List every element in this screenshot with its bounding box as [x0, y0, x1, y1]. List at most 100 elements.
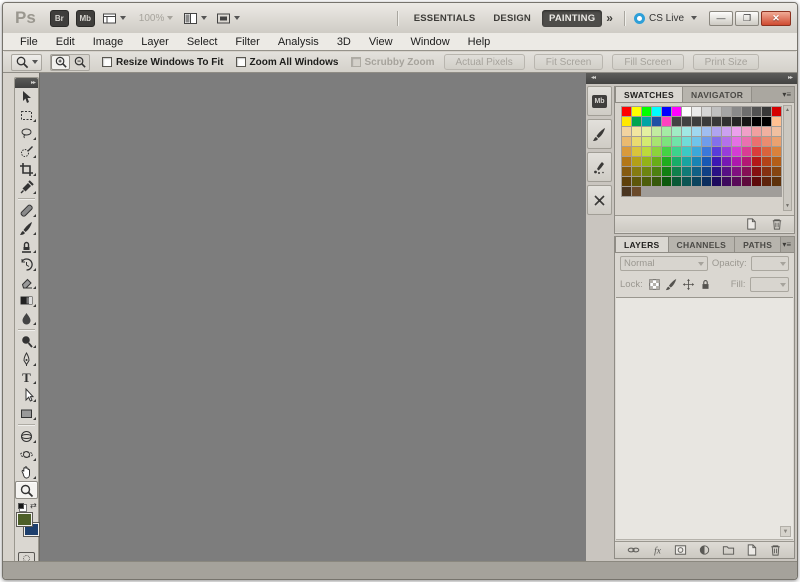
fill-field[interactable] — [749, 277, 789, 292]
swatch[interactable] — [672, 157, 681, 166]
scroll-down-icon[interactable]: ▼ — [780, 526, 791, 537]
swatch[interactable] — [702, 147, 711, 156]
tool-preset-picker[interactable] — [11, 53, 42, 71]
type-tool[interactable]: T — [15, 368, 38, 386]
swatch[interactable] — [752, 127, 761, 136]
minimize-button[interactable]: — — [709, 10, 733, 26]
default-colors-icon[interactable] — [18, 503, 24, 509]
swatch[interactable] — [672, 107, 681, 116]
workspace-overflow-button[interactable]: » — [602, 11, 615, 25]
swatch[interactable] — [622, 167, 631, 176]
screen-mode-button[interactable] — [216, 11, 241, 26]
lock-image-button[interactable] — [664, 278, 679, 292]
swatches-scrollbar[interactable]: ▲ ▼ — [783, 105, 792, 211]
swatch[interactable] — [742, 117, 751, 126]
swatch[interactable] — [682, 117, 691, 126]
brush-tool[interactable] — [15, 219, 38, 237]
swatch[interactable] — [652, 127, 661, 136]
swatch[interactable] — [652, 147, 661, 156]
swatch[interactable] — [762, 117, 771, 126]
swatch[interactable] — [642, 107, 651, 116]
swatch[interactable] — [702, 107, 711, 116]
canvas-workspace[interactable] — [41, 73, 586, 561]
arrange-documents-button[interactable] — [183, 11, 208, 26]
quick-selection-tool[interactable] — [15, 142, 38, 160]
swatch[interactable] — [682, 177, 691, 186]
swatch[interactable] — [752, 117, 761, 126]
path-selection-tool[interactable] — [15, 386, 38, 404]
menu-analysis[interactable]: Analysis — [269, 35, 328, 49]
checkbox-resize-windows-to-fit[interactable]: Resize Windows To Fit — [102, 57, 224, 68]
swatch[interactable] — [772, 117, 781, 126]
tool-presets-panel-button[interactable] — [587, 185, 612, 215]
swatch[interactable] — [692, 117, 701, 126]
swatch[interactable] — [642, 127, 651, 136]
blend-mode-dropdown[interactable]: Normal — [620, 256, 708, 271]
swatch[interactable] — [662, 107, 671, 116]
view-extras-button[interactable] — [102, 11, 126, 26]
eyedropper-tool[interactable] — [15, 178, 38, 196]
menu-3d[interactable]: 3D — [328, 35, 360, 49]
swatch[interactable] — [662, 177, 671, 186]
swatch[interactable] — [672, 177, 681, 186]
swatch[interactable] — [762, 147, 771, 156]
swatch[interactable] — [632, 187, 641, 196]
new-swatch-button[interactable] — [742, 217, 760, 231]
panel-tab-layers[interactable]: LAYERS — [615, 236, 669, 252]
swatch[interactable] — [622, 107, 631, 116]
swatch[interactable] — [742, 107, 751, 116]
swatch[interactable] — [682, 137, 691, 146]
swatch[interactable] — [692, 147, 701, 156]
swatch[interactable] — [722, 147, 731, 156]
new-layer-button[interactable] — [744, 543, 761, 557]
delete-layer-button[interactable] — [767, 543, 784, 557]
swatch[interactable] — [642, 137, 651, 146]
menu-select[interactable]: Select — [178, 35, 227, 49]
clone-stamp-tool[interactable] — [15, 237, 38, 255]
layers-list[interactable]: ▼ — [616, 297, 793, 540]
swatch[interactable] — [742, 157, 751, 166]
swatch[interactable] — [752, 177, 761, 186]
layer-style-button[interactable]: fx — [649, 543, 666, 557]
swatch[interactable] — [712, 117, 721, 126]
opacity-field[interactable] — [750, 256, 789, 271]
collapse-icon-strip-button[interactable]: ◂◂ — [591, 74, 596, 84]
swatch[interactable] — [632, 177, 641, 186]
swatch[interactable] — [632, 167, 641, 176]
menu-help[interactable]: Help — [459, 35, 500, 49]
swatch[interactable] — [742, 127, 751, 136]
swatch[interactable] — [732, 177, 741, 186]
zoom-in-button[interactable] — [51, 54, 70, 70]
swatch[interactable] — [622, 137, 631, 146]
menu-edit[interactable]: Edit — [47, 35, 84, 49]
panel-tab-swatches[interactable]: SWATCHES — [615, 86, 683, 102]
swatch[interactable] — [652, 167, 661, 176]
swatch[interactable] — [762, 137, 771, 146]
swatch[interactable] — [672, 167, 681, 176]
3d-camera-rotate-tool[interactable] — [15, 445, 38, 463]
hand-tool[interactable] — [15, 463, 38, 481]
swatch[interactable] — [732, 107, 741, 116]
swatch[interactable] — [762, 177, 771, 186]
swatch[interactable] — [702, 137, 711, 146]
swatch[interactable] — [712, 127, 721, 136]
swatch[interactable] — [742, 147, 751, 156]
swatch[interactable] — [772, 167, 781, 176]
swatch[interactable] — [772, 137, 781, 146]
link-layers-button[interactable] — [625, 543, 642, 557]
swatch[interactable] — [692, 107, 701, 116]
rectangle-tool[interactable] — [15, 404, 38, 422]
swatch[interactable] — [622, 187, 631, 196]
menu-filter[interactable]: Filter — [226, 35, 268, 49]
brush-presets-panel-button[interactable] — [587, 152, 612, 182]
collapse-panels-button[interactable]: ▸▸ — [788, 74, 793, 84]
swatch[interactable] — [722, 137, 731, 146]
menu-window[interactable]: Window — [402, 35, 459, 49]
checkbox-zoom-all-windows[interactable]: Zoom All Windows — [235, 57, 339, 68]
cs-live-button[interactable]: CS Live — [633, 12, 697, 24]
swatch[interactable] — [752, 137, 761, 146]
lock-transparency-button[interactable] — [647, 278, 662, 292]
restore-button[interactable]: ❐ — [735, 10, 759, 26]
swatch[interactable] — [662, 157, 671, 166]
swatch[interactable] — [662, 127, 671, 136]
